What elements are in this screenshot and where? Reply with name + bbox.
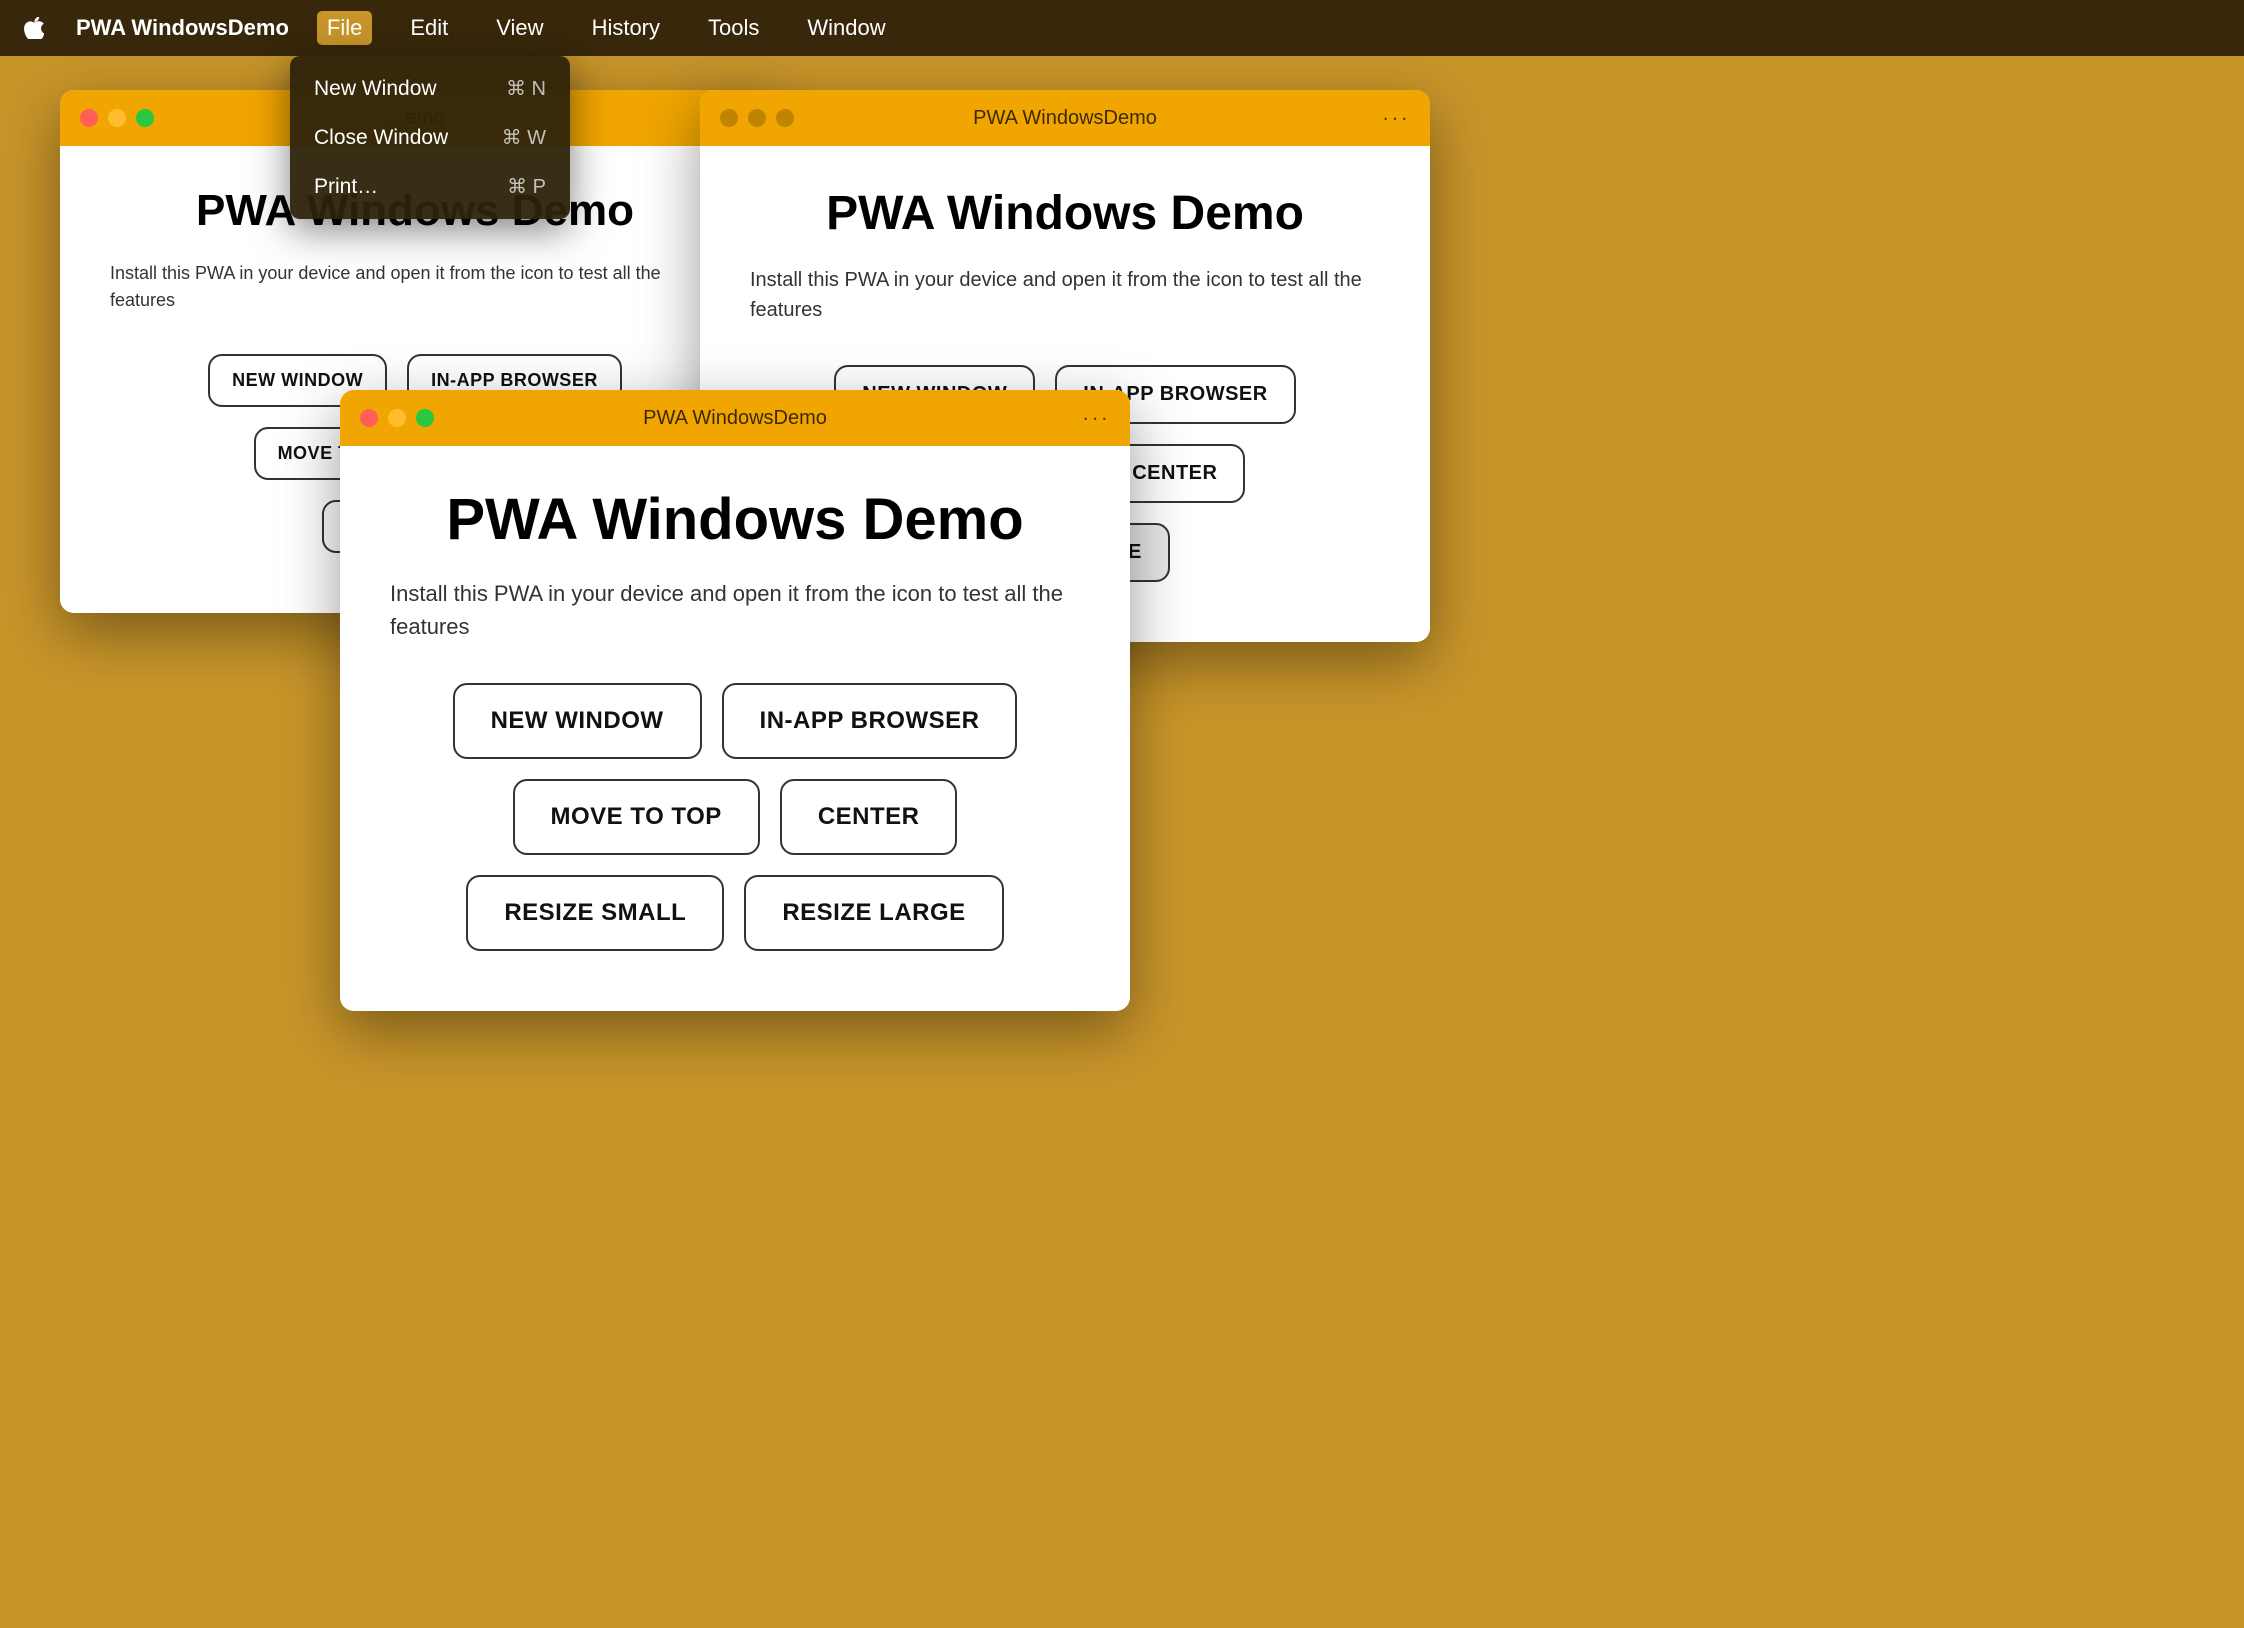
pwa-window-3: PWA WindowsDemo ··· PWA Windows Demo Ins… <box>340 390 1130 1011</box>
print-shortcut: ⌘ P <box>507 174 546 199</box>
menu-new-window[interactable]: New Window ⌘ N <box>290 64 570 113</box>
dot-green-1[interactable] <box>136 109 154 127</box>
window-title-2: PWA WindowsDemo <box>973 107 1157 130</box>
dot-red-1[interactable] <box>80 109 98 127</box>
pwa-heading-3: PWA Windows Demo <box>390 486 1080 553</box>
dot-yellow-1[interactable] <box>108 109 126 127</box>
new-window-label: New Window <box>314 77 437 101</box>
pwa-desc-1: Install this PWA in your device and open… <box>110 260 720 314</box>
btn-row-3b: MOVE TO TOP CENTER <box>390 779 1080 855</box>
print-label: Print… <box>314 175 378 199</box>
dot-red-3[interactable] <box>360 409 378 427</box>
menu-window[interactable]: Window <box>797 11 895 45</box>
btn-move-top-3[interactable]: MOVE TO TOP <box>513 779 760 855</box>
btn-row-3c: RESIZE SMALL RESIZE LARGE <box>390 875 1080 951</box>
menu-file[interactable]: File <box>317 11 372 45</box>
close-window-label: Close Window <box>314 126 448 150</box>
dot-yellow-3[interactable] <box>388 409 406 427</box>
file-dropdown-menu: New Window ⌘ N Close Window ⌘ W Print… ⌘… <box>290 56 570 219</box>
menu-close-window[interactable]: Close Window ⌘ W <box>290 113 570 162</box>
pwa-heading-2: PWA Windows Demo <box>750 186 1380 241</box>
window-dots-1 <box>80 109 154 127</box>
dot-2-2 <box>748 109 766 127</box>
titlebar-3: PWA WindowsDemo ··· <box>340 390 1130 446</box>
pwa-desc-3: Install this PWA in your device and open… <box>390 577 1080 643</box>
window-more-2[interactable]: ··· <box>1382 105 1410 131</box>
window-dots-3 <box>360 409 434 427</box>
menu-view[interactable]: View <box>486 11 553 45</box>
menu-print[interactable]: Print… ⌘ P <box>290 162 570 211</box>
close-window-shortcut: ⌘ W <box>502 125 546 150</box>
menu-tools[interactable]: Tools <box>698 11 769 45</box>
menu-history[interactable]: History <box>582 11 670 45</box>
btn-resize-large-3[interactable]: RESIZE LARGE <box>744 875 1003 951</box>
menu-bar: PWA WindowsDemo File Edit View History T… <box>0 0 2244 56</box>
apple-menu-icon[interactable] <box>20 14 48 42</box>
new-window-shortcut: ⌘ N <box>506 76 546 101</box>
app-name-label: PWA WindowsDemo <box>76 15 289 41</box>
pwa-desc-2: Install this PWA in your device and open… <box>750 265 1380 325</box>
btn-new-window-3[interactable]: NEW WINDOW <box>453 683 702 759</box>
window-content-3: PWA Windows Demo Install this PWA in you… <box>340 446 1130 1011</box>
dot-green-3[interactable] <box>416 409 434 427</box>
btn-row-3a: NEW WINDOW IN-APP BROWSER <box>390 683 1080 759</box>
window-more-3[interactable]: ··· <box>1082 405 1110 431</box>
btn-resize-small-3[interactable]: RESIZE SMALL <box>466 875 724 951</box>
window-title-3: PWA WindowsDemo <box>643 407 827 430</box>
btn-inapp-browser-3[interactable]: IN-APP BROWSER <box>722 683 1018 759</box>
dot-1-2 <box>720 109 738 127</box>
dot-3-2 <box>776 109 794 127</box>
menu-edit[interactable]: Edit <box>400 11 458 45</box>
btn-center-3[interactable]: CENTER <box>780 779 958 855</box>
window-dots-2 <box>720 109 794 127</box>
titlebar-2: PWA WindowsDemo ··· <box>700 90 1430 146</box>
